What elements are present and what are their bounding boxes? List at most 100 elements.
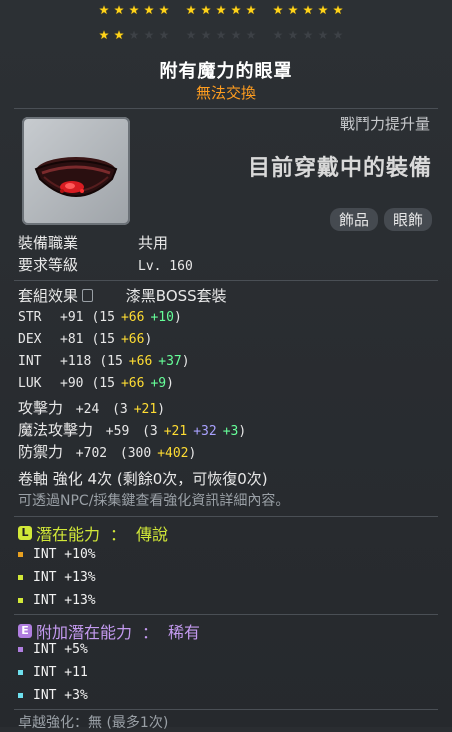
- potential-grade: 傳說: [136, 525, 169, 544]
- divider: [14, 108, 438, 109]
- stat-row-luk: LUK +90 (15 +66 +9): [18, 373, 174, 391]
- star-filled-icon: ★: [143, 3, 155, 17]
- potential-header: L 潛在能力 ： 傳說: [18, 521, 168, 545]
- potential-line: INT +13%: [18, 570, 96, 585]
- potential-value: INT +10%: [33, 547, 96, 562]
- star-empty-icon: ★: [128, 28, 140, 42]
- item-tags: 飾品 眼飾: [329, 208, 432, 231]
- stat-bonus-1: +66: [128, 354, 153, 369]
- star-filled-icon: ★: [98, 28, 110, 42]
- star-empty-icon: ★: [185, 28, 197, 42]
- star-filled-icon: ★: [128, 3, 140, 17]
- potential-line: INT +11: [18, 665, 88, 680]
- potential-value: INT +11: [33, 665, 88, 680]
- bullet-icon: [18, 693, 23, 698]
- bullet-icon: [18, 575, 23, 580]
- star-filled-icon: ★: [287, 3, 299, 17]
- stat-row-dex: DEX +81 (15 +66): [18, 329, 152, 347]
- star-force-row-2: ★ ★ ★ ★ ★ ★ ★ ★ ★ ★ ★ ★ ★ ★ ★: [98, 29, 359, 43]
- defense-close: ): [188, 446, 197, 461]
- magic-close: ): [238, 424, 247, 439]
- potential-line: INT +10%: [18, 547, 96, 562]
- star-filled-icon: ★: [230, 3, 242, 17]
- divider: [14, 280, 438, 281]
- star-empty-icon: ★: [158, 28, 170, 42]
- stat-bonus-1: +66: [120, 376, 145, 391]
- star-empty-icon: ★: [332, 28, 344, 42]
- star-filled-icon: ★: [113, 3, 125, 17]
- potential-value: INT +13%: [33, 570, 96, 585]
- star-filled-icon: ★: [302, 3, 314, 17]
- job-label: 裝備職業: [18, 234, 79, 252]
- stat-bonus-2: +10: [150, 310, 174, 325]
- magic-label: 魔法攻擊力: [18, 421, 94, 439]
- bonus-potential-header: E 附加潛在能力 ： 稀有: [18, 619, 200, 643]
- star-group: ★ ★ ★ ★ ★: [185, 4, 257, 18]
- scroll-upgrade-text: 卷軸 強化 4次 (剩餘0次，可恢復0次): [18, 470, 268, 488]
- level-label: 要求等級: [18, 256, 79, 274]
- job-row: 裝備職業 共用: [18, 232, 168, 253]
- stat-base: (15: [91, 310, 115, 325]
- defense-label: 防禦力: [18, 443, 64, 461]
- potential-label: 潛在能力: [36, 525, 101, 544]
- star-filled-icon: ★: [272, 3, 284, 17]
- attack-label: 攻擊力: [18, 399, 64, 417]
- star-group: ★ ★ ★ ★ ★: [98, 29, 170, 43]
- combat-power-increase-label: 戰鬥力提升量: [339, 115, 430, 133]
- defense-bonus: +402: [157, 446, 189, 461]
- set-effect-row[interactable]: 套組效果 漆黑BOSS套裝: [18, 285, 227, 306]
- set-effect-label: 套組效果: [18, 287, 79, 305]
- stat-row-int: INT +118 (15 +66 +37): [18, 351, 190, 369]
- exceptional-upgrade-text: 卓越強化：無 (最多1次): [18, 715, 169, 731]
- potential-value: INT +13%: [33, 593, 96, 608]
- star-group: ★ ★ ★ ★ ★: [185, 29, 257, 43]
- potential-value: INT +5%: [33, 642, 88, 657]
- magic-bonus-2: +32: [193, 424, 217, 439]
- magic-total: +59: [105, 424, 130, 439]
- star-empty-icon: ★: [200, 28, 212, 42]
- legendary-badge-icon: L: [18, 526, 32, 540]
- magic-attack-row: 魔法攻擊力 +59 (3 +21 +32 +3): [18, 419, 246, 440]
- stat-total: +91: [60, 310, 84, 325]
- star-empty-icon: ★: [272, 28, 284, 42]
- category-tag: 飾品: [329, 208, 378, 231]
- stat-total: +81: [60, 332, 84, 347]
- magic-bonus-1: +21: [163, 424, 188, 439]
- bonus-potential-label: 附加潛在能力: [36, 623, 133, 642]
- divider: [14, 614, 438, 615]
- star-filled-icon: ★: [245, 3, 257, 17]
- attack-bonus: +21: [133, 402, 158, 417]
- stat-bonus-2: +37: [158, 354, 182, 369]
- attack-close: ): [157, 402, 166, 417]
- item-tooltip: ★ ★ ★ ★ ★ ★ ★ ★ ★ ★ ★ ★ ★ ★ ★ ★ ★ ★ ★ ★ ★ ★ ★ ★ ★ ★ ★ ★ ★ ★ 附有魔力的眼罩 …: [0, 0, 452, 731]
- level-row: 要求等級 Lv. 160: [18, 254, 193, 275]
- stat-name: INT: [18, 354, 42, 369]
- attack-base: (3: [112, 402, 128, 417]
- star-empty-icon: ★: [230, 28, 242, 42]
- bonus-potential-grade: 稀有: [168, 623, 201, 642]
- star-group: ★ ★ ★ ★ ★: [272, 4, 344, 18]
- star-empty-icon: ★: [302, 28, 314, 42]
- stat-bonus-1: +66: [120, 310, 145, 325]
- star-filled-icon: ★: [98, 3, 110, 17]
- bullet-icon: [18, 598, 23, 603]
- stat-close: ): [144, 332, 153, 347]
- eyepatch-icon: [34, 157, 118, 197]
- set-effect-value: 漆黑BOSS套裝: [125, 287, 227, 305]
- star-group: ★ ★ ★ ★ ★: [98, 4, 170, 18]
- divider: [14, 709, 438, 710]
- stat-bonus-1: +66: [120, 332, 145, 347]
- star-empty-icon: ★: [143, 28, 155, 42]
- job-value: 共用: [138, 234, 169, 252]
- star-empty-icon: ★: [287, 28, 299, 42]
- potential-line: INT +3%: [18, 688, 88, 703]
- item-icon-frame: [22, 117, 130, 225]
- defense-row: 防禦力 +702 (300 +402): [18, 441, 196, 462]
- star-filled-icon: ★: [332, 3, 344, 17]
- star-empty-icon: ★: [215, 28, 227, 42]
- scroll-hint: 可透過NPC/採集鍵查看強化資訊詳細內容。: [18, 493, 290, 509]
- defense-base: (300: [119, 446, 152, 461]
- stat-close: ): [173, 310, 182, 325]
- star-force-row-1: ★ ★ ★ ★ ★ ★ ★ ★ ★ ★ ★ ★ ★ ★ ★: [98, 4, 359, 18]
- star-group: ★ ★ ★ ★ ★: [272, 29, 344, 43]
